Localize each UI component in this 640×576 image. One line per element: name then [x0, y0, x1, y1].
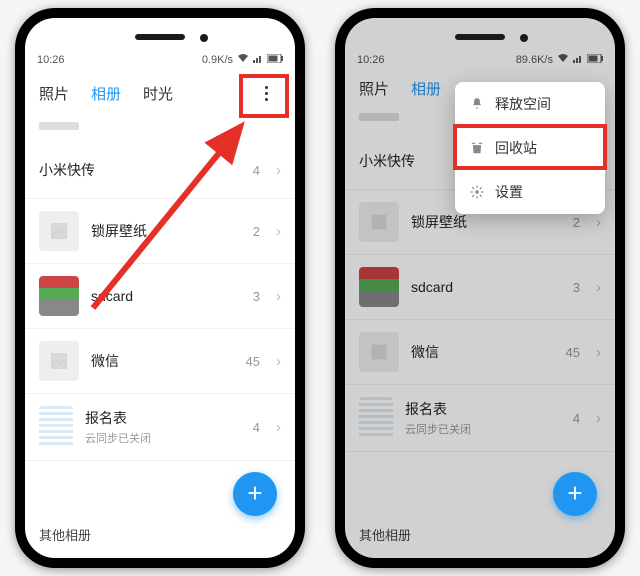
add-button[interactable]: + — [233, 472, 277, 516]
image-placeholder-icon — [39, 211, 79, 251]
chevron-right-icon: › — [276, 419, 281, 436]
signal-icon — [573, 53, 583, 66]
section-header: 其他相册 — [25, 521, 295, 544]
album-thumbnail — [39, 276, 79, 316]
item-title: 报名表 — [405, 399, 561, 419]
list-item[interactable]: sdcard 3 › — [25, 264, 295, 329]
chevron-right-icon: › — [596, 344, 601, 361]
chevron-right-icon: › — [276, 223, 281, 240]
clock: 10:26 — [357, 54, 385, 66]
list-item[interactable]: 锁屏壁纸 2 › — [25, 199, 295, 264]
item-subtitle: 云同步已关闭 — [85, 430, 241, 446]
item-title: 锁屏壁纸 — [91, 221, 241, 241]
battery-icon — [267, 54, 283, 66]
item-count: 4 — [253, 163, 260, 178]
menu-label: 释放空间 — [495, 94, 551, 114]
list-item[interactable]: 报名表 云同步已关闭 4 › — [25, 394, 295, 461]
signal-icon — [253, 53, 263, 66]
menu-settings[interactable]: 设置 — [455, 170, 605, 214]
chevron-right-icon: › — [276, 353, 281, 370]
image-placeholder-icon — [359, 332, 399, 372]
tab-photos[interactable]: 照片 — [359, 78, 389, 99]
wifi-icon — [557, 53, 569, 66]
chevron-right-icon: › — [596, 410, 601, 427]
list-item[interactable]: sdcard 3 › — [345, 255, 615, 320]
item-count: 45 — [246, 354, 260, 369]
wifi-icon — [237, 53, 249, 66]
list-header-placeholder — [39, 122, 79, 130]
item-count: 4 — [253, 420, 260, 435]
net-speed: 89.6K/s — [516, 54, 553, 66]
item-title: 锁屏壁纸 — [411, 212, 561, 232]
item-title: sdcard — [91, 288, 241, 304]
tab-albums[interactable]: 相册 — [411, 78, 441, 99]
net-speed: 0.9K/s — [202, 54, 233, 66]
status-bar: 10:26 89.6K/s — [345, 18, 615, 70]
add-button[interactable]: + — [553, 472, 597, 516]
section-header: 其他相册 — [345, 521, 615, 544]
item-title: 报名表 — [85, 408, 241, 428]
item-subtitle: 云同步已关闭 — [405, 421, 561, 437]
album-list: 小米快传 4 › 锁屏壁纸 2 › sdcard 3 › — [25, 142, 295, 461]
image-placeholder-icon — [39, 341, 79, 381]
document-thumbnail — [359, 397, 393, 439]
clock: 10:26 — [37, 54, 65, 66]
image-placeholder-icon — [359, 202, 399, 242]
list-item[interactable]: 微信 45 › — [25, 329, 295, 394]
chevron-right-icon: › — [596, 279, 601, 296]
gear-icon — [469, 184, 485, 200]
item-count: 45 — [566, 345, 580, 360]
document-thumbnail — [39, 406, 73, 448]
list-item[interactable]: 微信 45 › — [345, 320, 615, 385]
list-item[interactable]: 报名表 云同步已关闭 4 › — [345, 385, 615, 452]
item-count: 4 — [573, 411, 580, 426]
status-bar: 10:26 0.9K/s — [25, 18, 295, 70]
battery-icon — [587, 54, 603, 66]
item-count: 3 — [253, 289, 260, 304]
tab-albums[interactable]: 相册 — [91, 83, 121, 104]
menu-label: 设置 — [495, 182, 523, 202]
tab-moments[interactable]: 时光 — [143, 83, 173, 104]
menu-free-space[interactable]: 释放空间 — [455, 82, 605, 126]
item-count: 3 — [573, 280, 580, 295]
annotation-highlight-kebab — [239, 74, 289, 118]
tab-photos[interactable]: 照片 — [39, 83, 69, 104]
item-title: 微信 — [411, 342, 554, 362]
list-item[interactable]: 小米快传 4 › — [25, 142, 295, 199]
item-count: 2 — [253, 224, 260, 239]
list-header-placeholder — [359, 113, 399, 121]
album-thumbnail — [359, 267, 399, 307]
item-title: sdcard — [411, 279, 561, 295]
chevron-right-icon: › — [596, 214, 601, 231]
item-title: 微信 — [91, 351, 234, 371]
chevron-right-icon: › — [276, 162, 281, 179]
annotation-highlight-trash — [453, 124, 607, 170]
bell-icon — [469, 96, 485, 112]
item-count: 2 — [573, 215, 580, 230]
chevron-right-icon: › — [276, 288, 281, 305]
item-title: 小米快传 — [39, 160, 241, 180]
